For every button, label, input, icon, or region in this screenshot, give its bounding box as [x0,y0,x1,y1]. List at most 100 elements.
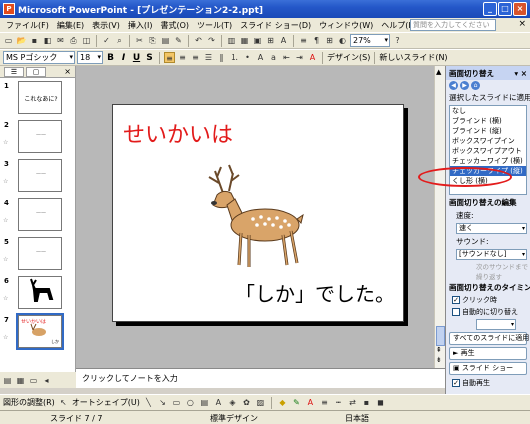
next-slide-icon[interactable]: ⇟ [436,356,442,364]
menu-file[interactable]: ファイル(F) [2,20,53,31]
color-grayscale-icon[interactable]: ◐ [337,35,348,46]
align-right-icon[interactable]: ≡ [190,52,201,63]
previous-slide-icon[interactable]: ⇞ [436,346,442,354]
increase-font-icon[interactable]: A [255,52,266,63]
font-select[interactable]: MS Pゴシック [3,51,75,64]
align-left-icon[interactable]: ≡ [164,52,175,63]
shadow-button[interactable]: S [144,53,155,63]
clipart-icon[interactable]: ✿ [241,397,252,408]
scroll-left-icon[interactable]: ◂ [41,375,52,386]
textbox-icon[interactable]: ▤ [199,397,210,408]
arrow-style-icon[interactable]: ⇄ [347,397,358,408]
slide-thumbnail-row[interactable]: 2 ☆ —— [0,119,76,156]
transition-option[interactable]: チェッカーワイプ (横) [450,156,526,166]
underline-button[interactable]: U [131,53,142,63]
insert-wordart-icon[interactable]: A [278,35,289,46]
arrow-icon[interactable]: ↘ [157,397,168,408]
print-icon[interactable]: ⎙ [68,35,79,46]
help-question-input[interactable]: 質問を入力してください [410,19,496,31]
zoom-select[interactable]: 27% [350,34,390,47]
wordart-icon[interactable]: A [213,397,224,408]
rectangle-icon[interactable]: ▭ [171,397,182,408]
slide-thumbnail[interactable]: —— [18,237,62,270]
select-objects-icon[interactable]: ↖ [58,397,69,408]
draw-menu-button[interactable]: 図形の調整(R) [3,397,55,408]
notes-pane[interactable]: クリックしてノートを入力 [76,368,445,388]
font-color-icon[interactable]: A [307,52,318,63]
transition-option[interactable]: ボックスワイプイン [450,136,526,146]
open-icon[interactable]: 📂 [16,35,27,46]
line-color-icon[interactable]: ✎ [291,397,302,408]
auto-advance-option[interactable]: 自動的に切り替え [446,306,530,318]
task-pane-controls-icon[interactable]: ▾ × [514,69,530,78]
autoshapes-button[interactable]: オートシェイプ(U) [72,397,140,408]
align-center-icon[interactable]: ≡ [177,52,188,63]
scroll-up-icon[interactable]: ▲ [436,68,441,76]
tab-outline[interactable]: ☰ [4,66,24,77]
expand-all-icon[interactable]: ≡ [298,35,309,46]
bold-button[interactable]: B [105,53,116,63]
tables-borders-icon[interactable]: ▣ [252,35,263,46]
print-preview-icon[interactable]: ◫ [81,35,92,46]
forward-icon[interactable]: ▶ [460,81,469,90]
on-click-option[interactable]: ✓ クリック時 [446,294,530,306]
format-painter-icon[interactable]: ✎ [173,35,184,46]
minimize-button[interactable]: _ [483,2,497,16]
fill-color-icon[interactable]: ◆ [277,397,288,408]
slideshow-button[interactable]: ▣ スライド ショー [449,362,527,375]
numbering-icon[interactable]: ⒈ [229,52,240,63]
new-icon[interactable]: ▭ [3,35,14,46]
auto-advance-checkbox[interactable] [452,308,460,316]
decrease-font-icon[interactable]: a [268,52,279,63]
tab-slides[interactable]: ▢ [26,66,46,77]
normal-view-icon[interactable]: ▤ [2,375,13,386]
speed-select[interactable]: 速く [456,223,527,234]
save-icon[interactable]: ▪ [29,35,40,46]
home-icon[interactable]: ⌂ [471,81,480,90]
research-icon[interactable]: ⌕ [114,35,125,46]
slide-thumbnail[interactable]: —— [18,198,62,231]
slide-thumbnail[interactable]: —— [18,120,62,153]
grid-icon[interactable]: ⊞ [324,35,335,46]
slide-thumbnail[interactable]: —— [18,159,62,192]
document-close-icon[interactable]: × [518,19,526,29]
line-icon[interactable]: ╲ [143,397,154,408]
close-button[interactable]: × [513,2,527,16]
menu-view[interactable]: 表示(V) [88,20,124,31]
menu-slideshow[interactable]: スライド ショー(D) [236,20,315,31]
slide-thumbnail-row[interactable]: 1 これなあに? [0,80,76,117]
slide-thumbnail[interactable]: これなあに? [18,81,62,114]
paste-icon[interactable]: ▤ [160,35,171,46]
slide-title-text[interactable]: せいかいは [123,117,233,149]
show-formatting-icon[interactable]: ¶ [311,35,322,46]
italic-button[interactable]: I [118,53,129,63]
slide-thumbnail-row[interactable]: 6 ☆ [0,275,76,312]
transition-option[interactable]: なし [450,106,526,116]
permission-icon[interactable]: ◧ [42,35,53,46]
insert-table-icon[interactable]: ▦ [239,35,250,46]
line-style-icon[interactable]: ≡ [319,397,330,408]
cut-icon[interactable]: ✂ [134,35,145,46]
font-color-draw-icon[interactable]: A [305,397,316,408]
new-slide-button[interactable]: 新しいスライド(N) [379,52,447,63]
font-size-select[interactable]: 18 [77,51,103,64]
dash-style-icon[interactable]: ┅ [333,397,344,408]
transition-option[interactable]: ボックスワイプアウト [450,146,526,156]
autopreview-option[interactable]: ✓ 自動再生 [446,377,530,389]
menu-tools[interactable]: ツール(T) [193,20,236,31]
autopreview-checkbox[interactable]: ✓ [452,379,460,387]
vertical-text-icon[interactable]: ‖ [216,52,227,63]
sound-select[interactable]: [サウンドなし] [456,249,527,260]
insert-chart-icon[interactable]: ▥ [226,35,237,46]
shadow-style-icon[interactable]: ▪ [361,397,372,408]
current-slide[interactable]: せいかいは 「しか」でした。 [112,104,404,322]
slide-canvas-area[interactable]: せいかいは 「しか」でした。 [76,66,445,368]
slide-thumbnail-selected[interactable]: せいかいは しか [16,313,64,350]
close-pane-icon[interactable]: × [64,67,71,76]
design-button[interactable]: デザイン(S) [327,52,370,63]
back-icon[interactable]: ◀ [449,81,458,90]
on-click-checkbox[interactable]: ✓ [452,296,460,304]
slide-thumbnail[interactable] [18,276,62,309]
undo-icon[interactable]: ↶ [193,35,204,46]
apply-all-button[interactable]: すべてのスライドに適用 [449,332,529,345]
